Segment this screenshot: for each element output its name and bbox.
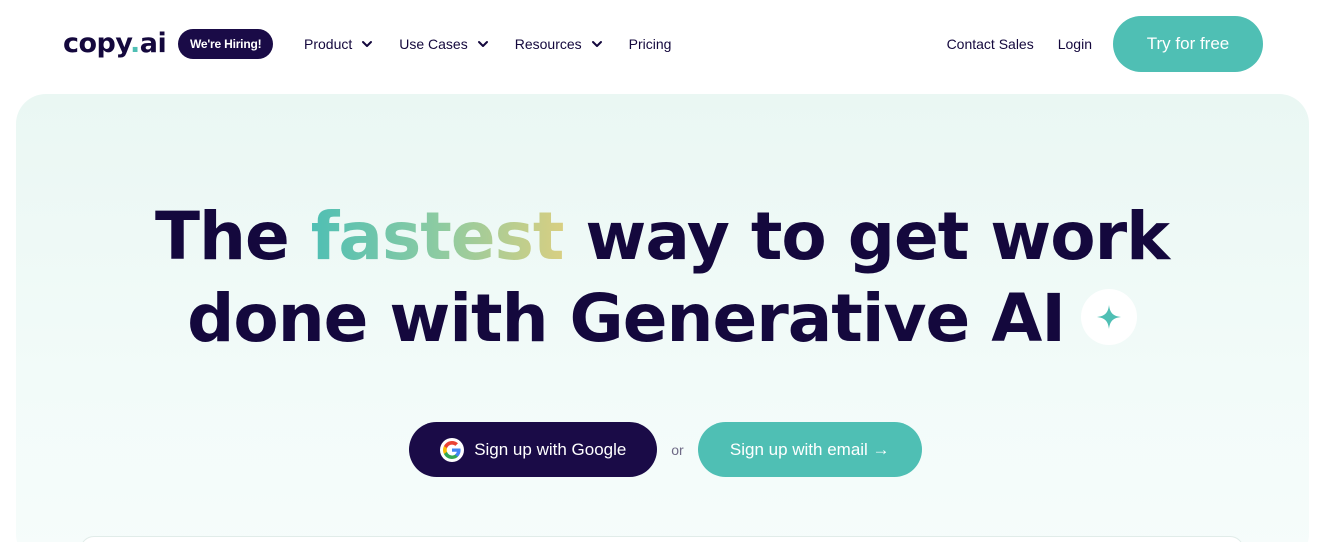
- logo-dot: .: [130, 28, 140, 59]
- copy-ai-logo[interactable]: copy.ai: [63, 26, 167, 62]
- contact-sales-link[interactable]: Contact Sales: [947, 36, 1034, 52]
- hero-headline: The fastest way to get work done with Ge…: [0, 196, 1324, 360]
- or-separator: or: [671, 441, 684, 458]
- sparkle-icon: [1096, 304, 1121, 329]
- top-navigation: copy.ai We're Hiring! Product Use Cases …: [0, 0, 1324, 88]
- google-icon: [440, 437, 465, 462]
- menu-item-label: Product: [304, 36, 353, 52]
- chevron-down-icon: [591, 41, 602, 47]
- sparkle-badge: [1080, 288, 1137, 345]
- hiring-badge[interactable]: We're Hiring!: [178, 29, 274, 59]
- google-button-label: Sign up with Google: [474, 439, 627, 459]
- logo-text-main: copy: [63, 28, 131, 59]
- signup-actions: Sign up with Google or Sign up with emai…: [0, 422, 1324, 477]
- main-menu: Product Use Cases Resources Pricing: [304, 31, 671, 57]
- logo-text-suffix: ai: [139, 28, 167, 59]
- sign-up-google-button[interactable]: Sign up with Google: [409, 422, 658, 477]
- menu-item-pricing[interactable]: Pricing: [629, 31, 672, 57]
- login-link[interactable]: Login: [1058, 36, 1092, 52]
- preview-panel-top: [80, 536, 1244, 542]
- sign-up-email-button[interactable]: Sign up with email →: [697, 422, 922, 477]
- google-g-glyph: [443, 440, 461, 459]
- headline-part2: way to get work: [563, 198, 1170, 275]
- headline-line2: done with Generative AI: [187, 280, 1066, 357]
- try-for-free-button[interactable]: Try for free: [1113, 16, 1263, 72]
- menu-item-label: Pricing: [628, 36, 672, 52]
- menu-item-resources[interactable]: Resources: [515, 31, 603, 57]
- headline-accent-word: fastest: [310, 198, 565, 275]
- menu-item-label: Use Cases: [399, 36, 468, 52]
- nav-actions: Contact Sales Login Try for free: [947, 16, 1263, 72]
- menu-item-use-cases[interactable]: Use Cases: [399, 31, 488, 57]
- menu-item-label: Resources: [514, 36, 582, 52]
- menu-item-product[interactable]: Product: [304, 31, 373, 57]
- chevron-down-icon: [362, 41, 373, 47]
- chevron-down-icon: [477, 41, 488, 47]
- headline-part1: The: [154, 198, 311, 275]
